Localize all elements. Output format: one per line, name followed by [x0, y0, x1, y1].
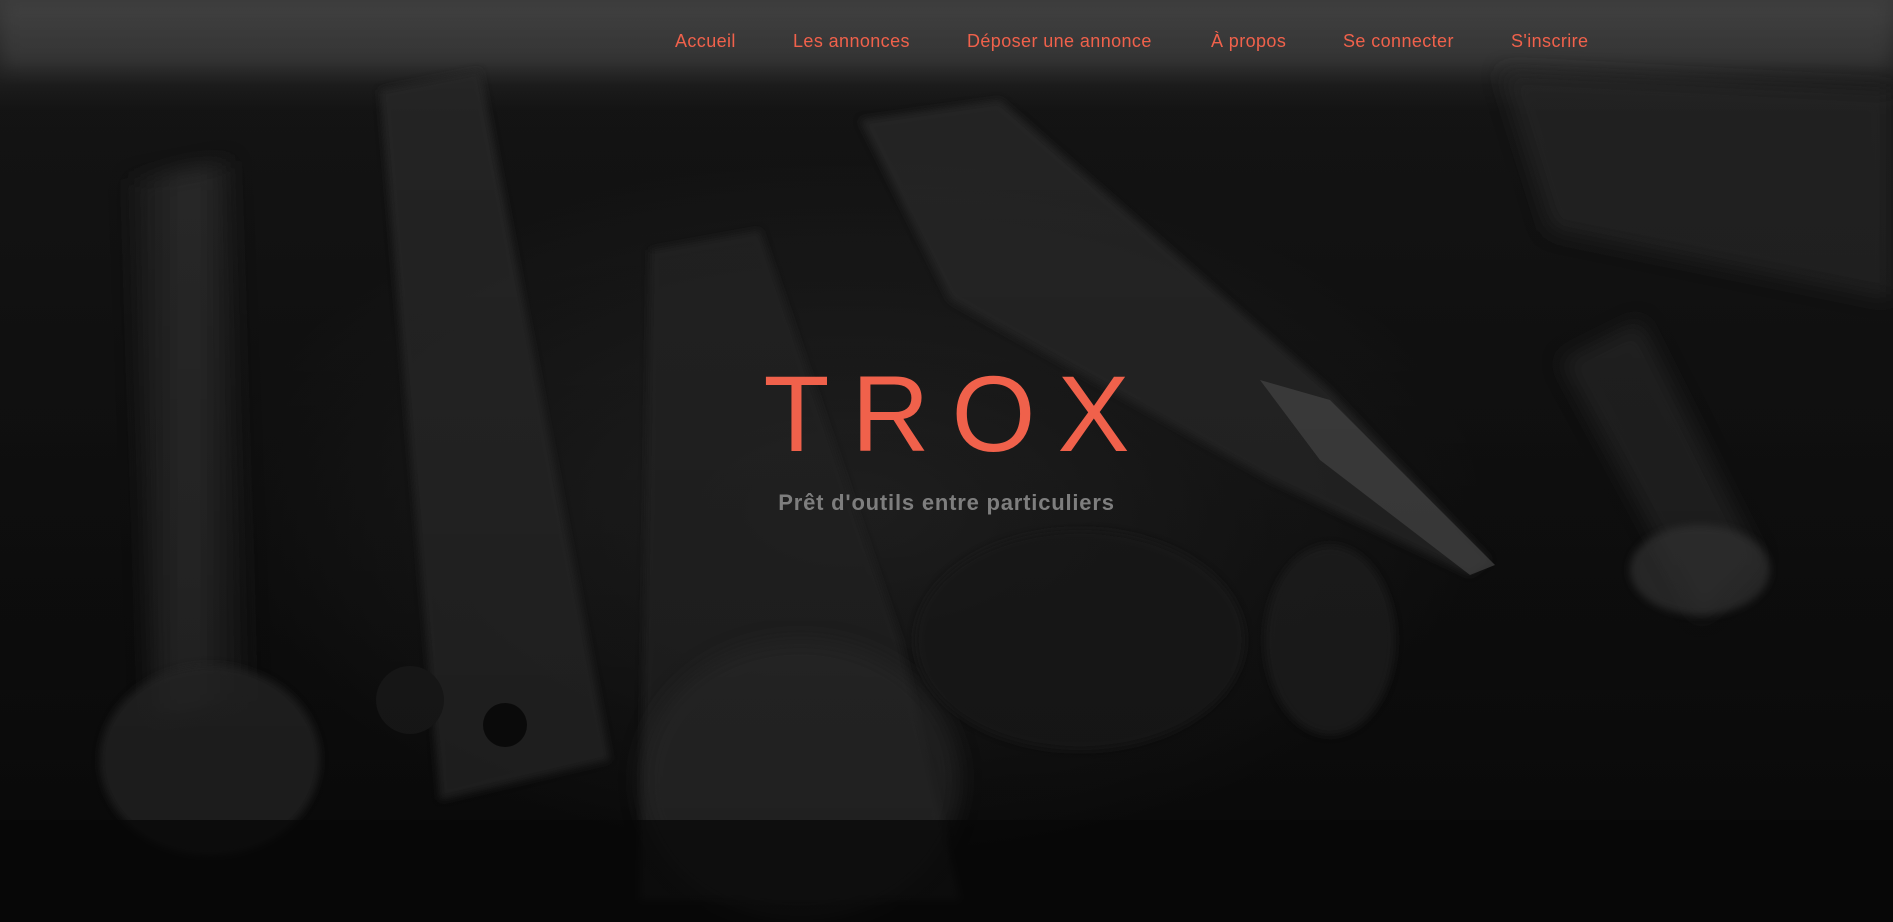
nav-link-a-propos[interactable]: À propos: [1211, 31, 1286, 52]
main-navigation: Accueil Les annonces Déposer une annonce…: [0, 31, 1893, 55]
site-title: TROX: [763, 353, 1152, 474]
hero-section: Accueil Les annonces Déposer une annonce…: [0, 0, 1893, 922]
site-tagline: Prêt d'outils entre particuliers: [778, 490, 1115, 515]
nav-link-les-annonces[interactable]: Les annonces: [793, 31, 910, 52]
nav-link-se-connecter[interactable]: Se connecter: [1343, 31, 1454, 52]
brand-block: TROX: [0, 360, 1893, 468]
nav-link-s-inscrire[interactable]: S'inscrire: [1511, 31, 1588, 52]
nav-link-accueil[interactable]: Accueil: [675, 31, 736, 52]
nav-link-deposer-annonce[interactable]: Déposer une annonce: [967, 31, 1152, 52]
